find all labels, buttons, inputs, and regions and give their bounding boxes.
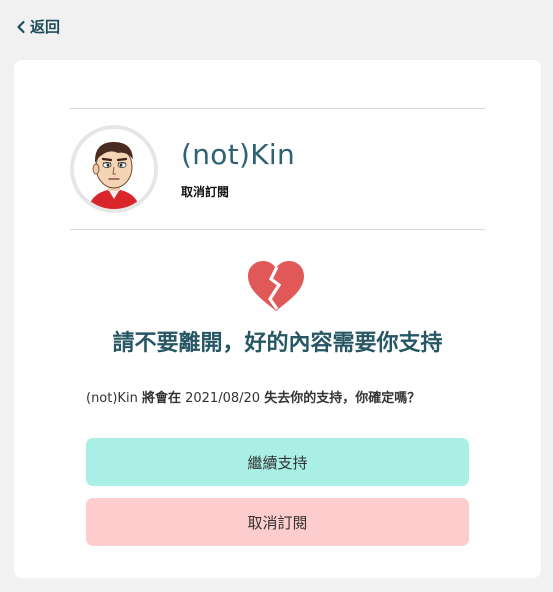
back-label: 返回 [30, 18, 61, 36]
unsubscribe-card: (not)Kin 取消訂閱 請不要離開，好的內容需要你支持 (not)Kin 將… [14, 60, 541, 578]
headline: 請不要離開，好的內容需要你支持 [112, 331, 443, 356]
divider-bottom [70, 229, 485, 230]
confirm-tail-text: 失去你的支持，你確定嗎？ [264, 391, 421, 406]
confirm-will-text: 將會在 [141, 391, 181, 406]
broken-heart-icon [246, 259, 306, 313]
cancel-subscription-button[interactable]: 取消訂閱 [86, 498, 469, 546]
keep-supporting-button[interactable]: 繼續支持 [86, 438, 469, 486]
confirm-creator-name: (not)Kin [86, 391, 138, 406]
page-subtitle: 取消訂閱 [181, 185, 230, 199]
chevron-left-icon [16, 20, 26, 34]
confirm-message: (not)Kin 將會在 2021/08/20 失去你的支持，你確定嗎？ [86, 387, 420, 406]
creator-name: (not)Kin [181, 138, 295, 171]
divider-top [70, 108, 485, 109]
confirm-date: 2021/08/20 [185, 391, 261, 406]
avatar-illustration [74, 129, 154, 209]
avatar [70, 125, 158, 213]
back-button[interactable]: 返回 [16, 16, 60, 37]
